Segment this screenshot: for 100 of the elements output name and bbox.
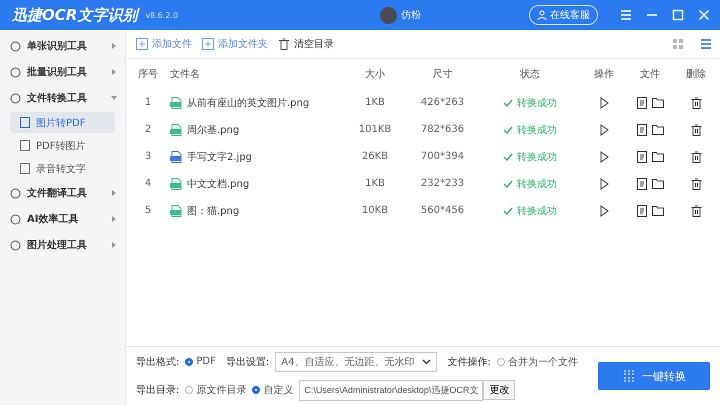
column-header: 大小 bbox=[364, 68, 386, 81]
play-icon[interactable] bbox=[600, 96, 608, 108]
trash-icon[interactable] bbox=[690, 178, 702, 190]
document-icon[interactable] bbox=[636, 150, 646, 162]
sidebar-item[interactable]: 文件转换工具 bbox=[0, 86, 125, 110]
directory-radio[interactable]: 自定义 bbox=[252, 383, 294, 397]
maximize-icon[interactable] bbox=[672, 9, 684, 21]
plus-icon bbox=[136, 38, 148, 50]
document-icon[interactable] bbox=[636, 204, 646, 216]
folder-icon[interactable] bbox=[652, 205, 664, 216]
document-icon[interactable] bbox=[636, 178, 646, 190]
close-icon[interactable] bbox=[698, 9, 710, 21]
path-field[interactable]: C:\Users\Administrator\desktop\迅捷OCR文 bbox=[299, 380, 484, 400]
row-number: 2 bbox=[144, 124, 152, 135]
status-text: 转换成功 bbox=[517, 150, 557, 164]
export-directory-label: 导出目录: bbox=[136, 384, 180, 397]
user-name[interactable]: 仿粉 bbox=[401, 8, 421, 22]
image-dimensions: 426*263 bbox=[420, 97, 466, 108]
check-icon bbox=[503, 152, 513, 160]
document-icon[interactable] bbox=[636, 124, 646, 136]
file-name: 中文文档.png bbox=[187, 178, 250, 190]
check-icon bbox=[503, 206, 513, 214]
sidebar-item[interactable]: 图片处理工具 bbox=[0, 233, 125, 257]
sidebar-item[interactable]: 单张识别工具 bbox=[0, 34, 125, 58]
caret-icon bbox=[111, 95, 117, 101]
tool-icon bbox=[10, 214, 21, 224]
sidebar-item[interactable]: 文件翻译工具 bbox=[0, 181, 125, 205]
list-view-icon[interactable] bbox=[700, 38, 712, 50]
trash-icon[interactable] bbox=[690, 204, 702, 216]
convert-icon bbox=[622, 370, 636, 382]
version-label: v8.6.2.0 bbox=[145, 10, 178, 20]
row-number: 3 bbox=[144, 151, 152, 162]
column-header: 文件名 bbox=[170, 68, 201, 81]
document-icon bbox=[20, 117, 30, 128]
folder-icon[interactable] bbox=[652, 124, 664, 135]
sidebar-subitem[interactable]: PDF转图片 bbox=[10, 135, 115, 156]
image-file-icon bbox=[170, 150, 183, 162]
document-icon bbox=[20, 140, 30, 151]
merge-checkbox[interactable]: 合并为一个文件 bbox=[496, 354, 578, 368]
folder-icon[interactable] bbox=[652, 178, 664, 189]
file-size: 1KB bbox=[364, 178, 386, 189]
customer-service-button[interactable]: 在线客服 bbox=[529, 5, 598, 25]
row-number: 5 bbox=[144, 205, 152, 216]
play-icon[interactable] bbox=[600, 150, 608, 162]
image-dimensions: 560*456 bbox=[420, 205, 466, 216]
file-size: 26KB bbox=[360, 151, 390, 162]
sidebar-item[interactable]: 批量识别工具 bbox=[0, 60, 125, 84]
image-dimensions: 782*636 bbox=[420, 124, 466, 135]
image-file-icon bbox=[170, 124, 183, 136]
column-header: 序号 bbox=[137, 68, 159, 81]
caret-icon bbox=[111, 216, 117, 222]
document-icon[interactable] bbox=[636, 96, 646, 108]
trash-icon bbox=[278, 38, 290, 50]
export-settings-dropdown[interactable]: A4、自适应、无边距、无水印 bbox=[275, 352, 438, 372]
export-settings-label: 导出设置: bbox=[226, 356, 270, 368]
export-format-label: 导出格式: bbox=[136, 356, 180, 368]
image-file-icon bbox=[170, 96, 183, 108]
sidebar-subitem[interactable]: 录音转文字 bbox=[10, 158, 115, 179]
trash-icon[interactable] bbox=[690, 150, 702, 162]
folder-icon[interactable] bbox=[652, 97, 664, 108]
change-button[interactable]: 更改 bbox=[483, 380, 516, 400]
clear-list-button[interactable]: 清空目录 bbox=[278, 37, 334, 51]
file-name: 从前有座山的英文图片.png bbox=[187, 96, 310, 110]
format-radio[interactable]: PDF bbox=[185, 356, 216, 367]
document-icon bbox=[20, 163, 30, 174]
row-number: 4 bbox=[144, 178, 152, 189]
image-file-icon bbox=[170, 204, 183, 216]
play-icon[interactable] bbox=[600, 204, 608, 216]
menu-icon[interactable] bbox=[620, 9, 632, 21]
check-icon bbox=[503, 98, 513, 106]
caret-icon bbox=[111, 242, 117, 248]
tool-icon bbox=[10, 188, 21, 198]
chevron-down-icon bbox=[422, 358, 432, 364]
person-icon bbox=[537, 10, 547, 20]
caret-icon bbox=[111, 43, 117, 49]
directory-radio[interactable]: 原文件目录 bbox=[185, 383, 246, 397]
column-header: 操作 bbox=[593, 68, 615, 81]
check-icon bbox=[503, 126, 513, 134]
convert-button[interactable]: 一键转换 bbox=[598, 362, 710, 390]
image-dimensions: 700*394 bbox=[420, 151, 466, 162]
sidebar-item[interactable]: AI效率工具 bbox=[0, 207, 125, 231]
folder-icon[interactable] bbox=[652, 151, 664, 162]
sidebar-subitem[interactable]: 图片转PDF bbox=[10, 112, 115, 133]
status-text: 转换成功 bbox=[517, 178, 557, 190]
tool-icon bbox=[10, 92, 21, 104]
file-name: 图：猫.png bbox=[187, 204, 240, 218]
file-size: 1KB bbox=[364, 97, 386, 108]
status-text: 转换成功 bbox=[517, 204, 557, 218]
play-icon[interactable] bbox=[600, 124, 608, 136]
trash-icon[interactable] bbox=[690, 96, 702, 108]
image-dimensions: 232*233 bbox=[420, 178, 466, 189]
tool-icon bbox=[10, 66, 21, 78]
tool-icon bbox=[10, 40, 21, 52]
app-title: 迅捷OCR文字识别 bbox=[12, 6, 138, 24]
trash-icon[interactable] bbox=[690, 124, 702, 136]
file-name: 周尔基.png bbox=[187, 124, 240, 136]
play-icon[interactable] bbox=[600, 178, 608, 190]
status-text: 转换成功 bbox=[517, 124, 557, 136]
file-size: 101KB bbox=[358, 124, 392, 135]
file-operation-label: 文件操作: bbox=[447, 356, 491, 368]
